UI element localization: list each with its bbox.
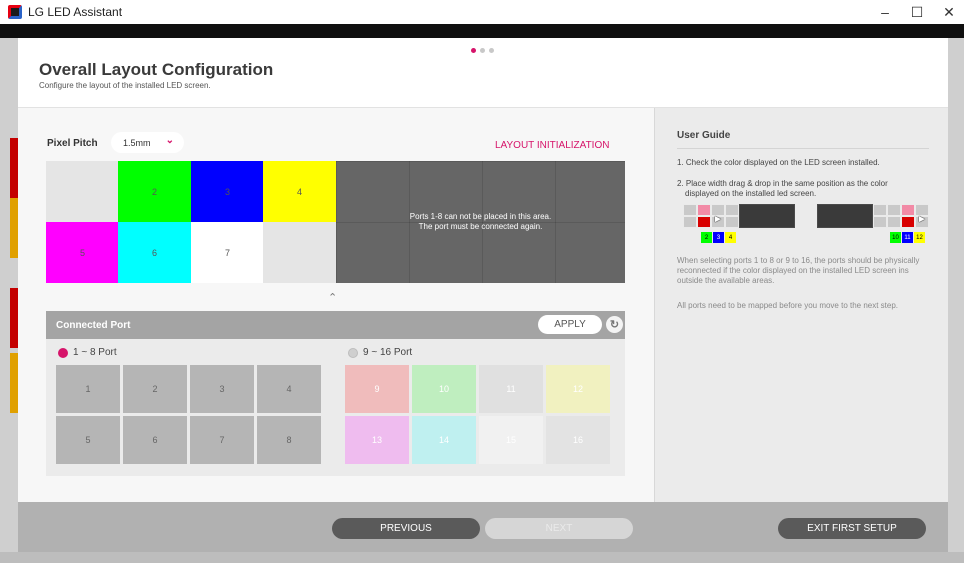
connected-port-header: Connected Port APPLY ↻ (46, 311, 625, 339)
layout-cell[interactable]: 4 (263, 161, 336, 222)
guide-tag: 10 (890, 232, 901, 243)
title-bar: LG LED Assistant – ☐ ✕ (0, 0, 964, 24)
collapse-chevron-up-icon[interactable]: ⌃ (328, 291, 337, 304)
user-guide-title: User Guide (677, 130, 731, 141)
step-dot-2 (480, 48, 485, 53)
window-title: LG LED Assistant (28, 5, 123, 19)
setup-dialog: Overall Layout Configuration Configure t… (18, 38, 948, 552)
guide-step-2-line-2: displayed on the installed led screen. (685, 189, 817, 198)
exit-first-setup-button[interactable]: EXIT FIRST SETUP (778, 518, 926, 539)
radio-unselected-icon (348, 347, 358, 358)
port-tile[interactable]: 10 (412, 365, 476, 413)
previous-button[interactable]: PREVIOUS (332, 518, 480, 539)
cursor-pointer-icon: ► (713, 214, 723, 225)
background-left-edge (0, 38, 18, 563)
layout-panel: Pixel Pitch 1.5mm ⌄ LAYOUT INITIALIZATIO… (18, 108, 654, 502)
guide-tag: 4 (725, 232, 736, 243)
layout-cell[interactable]: 7 (191, 222, 264, 283)
user-guide-divider (677, 148, 929, 149)
port-group-2-label: 9 ~ 16 Port (363, 347, 413, 358)
port-tile[interactable]: 5 (56, 416, 120, 464)
guide-note-mapping: All ports need to be mapped before you m… (677, 301, 899, 310)
port-tile[interactable]: 8 (257, 416, 321, 464)
port-tile[interactable]: 6 (123, 416, 187, 464)
port-tile[interactable]: 15 (479, 416, 543, 464)
layout-cell[interactable]: 6 (118, 222, 191, 283)
background-bottom-edge (0, 552, 964, 563)
port-tile[interactable]: 4 (257, 365, 321, 413)
step-indicator (471, 48, 494, 53)
blocked-message-line-2: The port must be connected again. (418, 222, 543, 231)
port-tile[interactable]: 14 (412, 416, 476, 464)
layout-cell[interactable]: 3 (191, 161, 264, 222)
port-tile[interactable]: 9 (345, 365, 409, 413)
guide-example-right: ► (817, 204, 929, 228)
next-button[interactable]: NEXT (485, 518, 633, 539)
guide-tag: 12 (914, 232, 925, 243)
pixel-pitch-value: 1.5mm (123, 137, 151, 148)
cursor-pointer-icon: ► (917, 214, 927, 225)
port-group-1-radio[interactable]: 1 ~ 8 Port (58, 347, 117, 358)
layout-grid: 2 3 4 5 6 7 Ports 1-8 can not be placed … (46, 161, 625, 283)
page-title: Overall Layout Configuration (39, 60, 274, 79)
port-tile[interactable]: 13 (345, 416, 409, 464)
radio-selected-icon (58, 347, 68, 358)
layout-cell[interactable] (263, 222, 336, 283)
page-subtitle: Configure the layout of the installed LE… (39, 81, 211, 90)
blocked-message-line-1: Ports 1-8 can not be placed in this area… (409, 212, 552, 221)
background-right-edge (948, 38, 964, 563)
connected-port-panel: Connected Port APPLY ↻ 1 ~ 8 Port 9 ~ 16… (46, 311, 625, 476)
port-tile[interactable]: 1 (56, 365, 120, 413)
port-tile[interactable]: 7 (190, 416, 254, 464)
blocked-area-message: Ports 1-8 can not be placed in this area… (410, 212, 551, 232)
guide-tag: 11 (902, 232, 913, 243)
background-app-strip (0, 24, 964, 38)
refresh-icon[interactable]: ↻ (606, 316, 623, 333)
port-tile[interactable]: 12 (546, 365, 610, 413)
layout-cell[interactable]: 5 (46, 222, 119, 283)
dialog-footer: PREVIOUS NEXT EXIT FIRST SETUP (18, 502, 948, 552)
layout-initialization-link[interactable]: LAYOUT INITIALIZATION (495, 140, 609, 151)
connected-port-title: Connected Port (56, 320, 131, 331)
guide-example-left: ► (683, 204, 795, 228)
maximize-button[interactable]: ☐ (900, 0, 934, 24)
port-group-2-radio[interactable]: 9 ~ 16 Port (348, 347, 412, 358)
app-logo-icon (8, 5, 22, 19)
apply-button[interactable]: APPLY (538, 315, 602, 334)
pixel-pitch-label: Pixel Pitch (47, 138, 98, 149)
step-dot-1 (471, 48, 476, 53)
guide-tag: 2 (701, 232, 712, 243)
step-dot-3 (489, 48, 494, 53)
port-tile[interactable]: 3 (190, 365, 254, 413)
user-guide-panel: User Guide 1. Check the color displayed … (654, 108, 948, 502)
blocked-area: Ports 1-8 can not be placed in this area… (336, 161, 625, 283)
port-tile[interactable]: 16 (546, 416, 610, 464)
pixel-pitch-dropdown[interactable]: 1.5mm ⌄ (111, 132, 184, 153)
guide-tag: 3 (713, 232, 724, 243)
guide-step-1: 1. Check the color displayed on the LED … (677, 158, 880, 167)
guide-step-2-line-1: 2. Place width drag & drop in the same p… (677, 179, 888, 188)
port-group-1-label: 1 ~ 8 Port (73, 347, 117, 358)
chevron-down-icon: ⌄ (165, 135, 174, 146)
dialog-header: Overall Layout Configuration Configure t… (18, 38, 948, 108)
minimize-button[interactable]: – (868, 0, 902, 24)
guide-note-reconnect: When selecting ports 1 to 8 or 9 to 16, … (677, 256, 920, 285)
port-tile[interactable]: 11 (479, 365, 543, 413)
layout-cell[interactable] (46, 161, 119, 222)
layout-cell[interactable]: 2 (118, 161, 191, 222)
close-button[interactable]: ✕ (932, 0, 964, 24)
port-tile[interactable]: 2 (123, 365, 187, 413)
